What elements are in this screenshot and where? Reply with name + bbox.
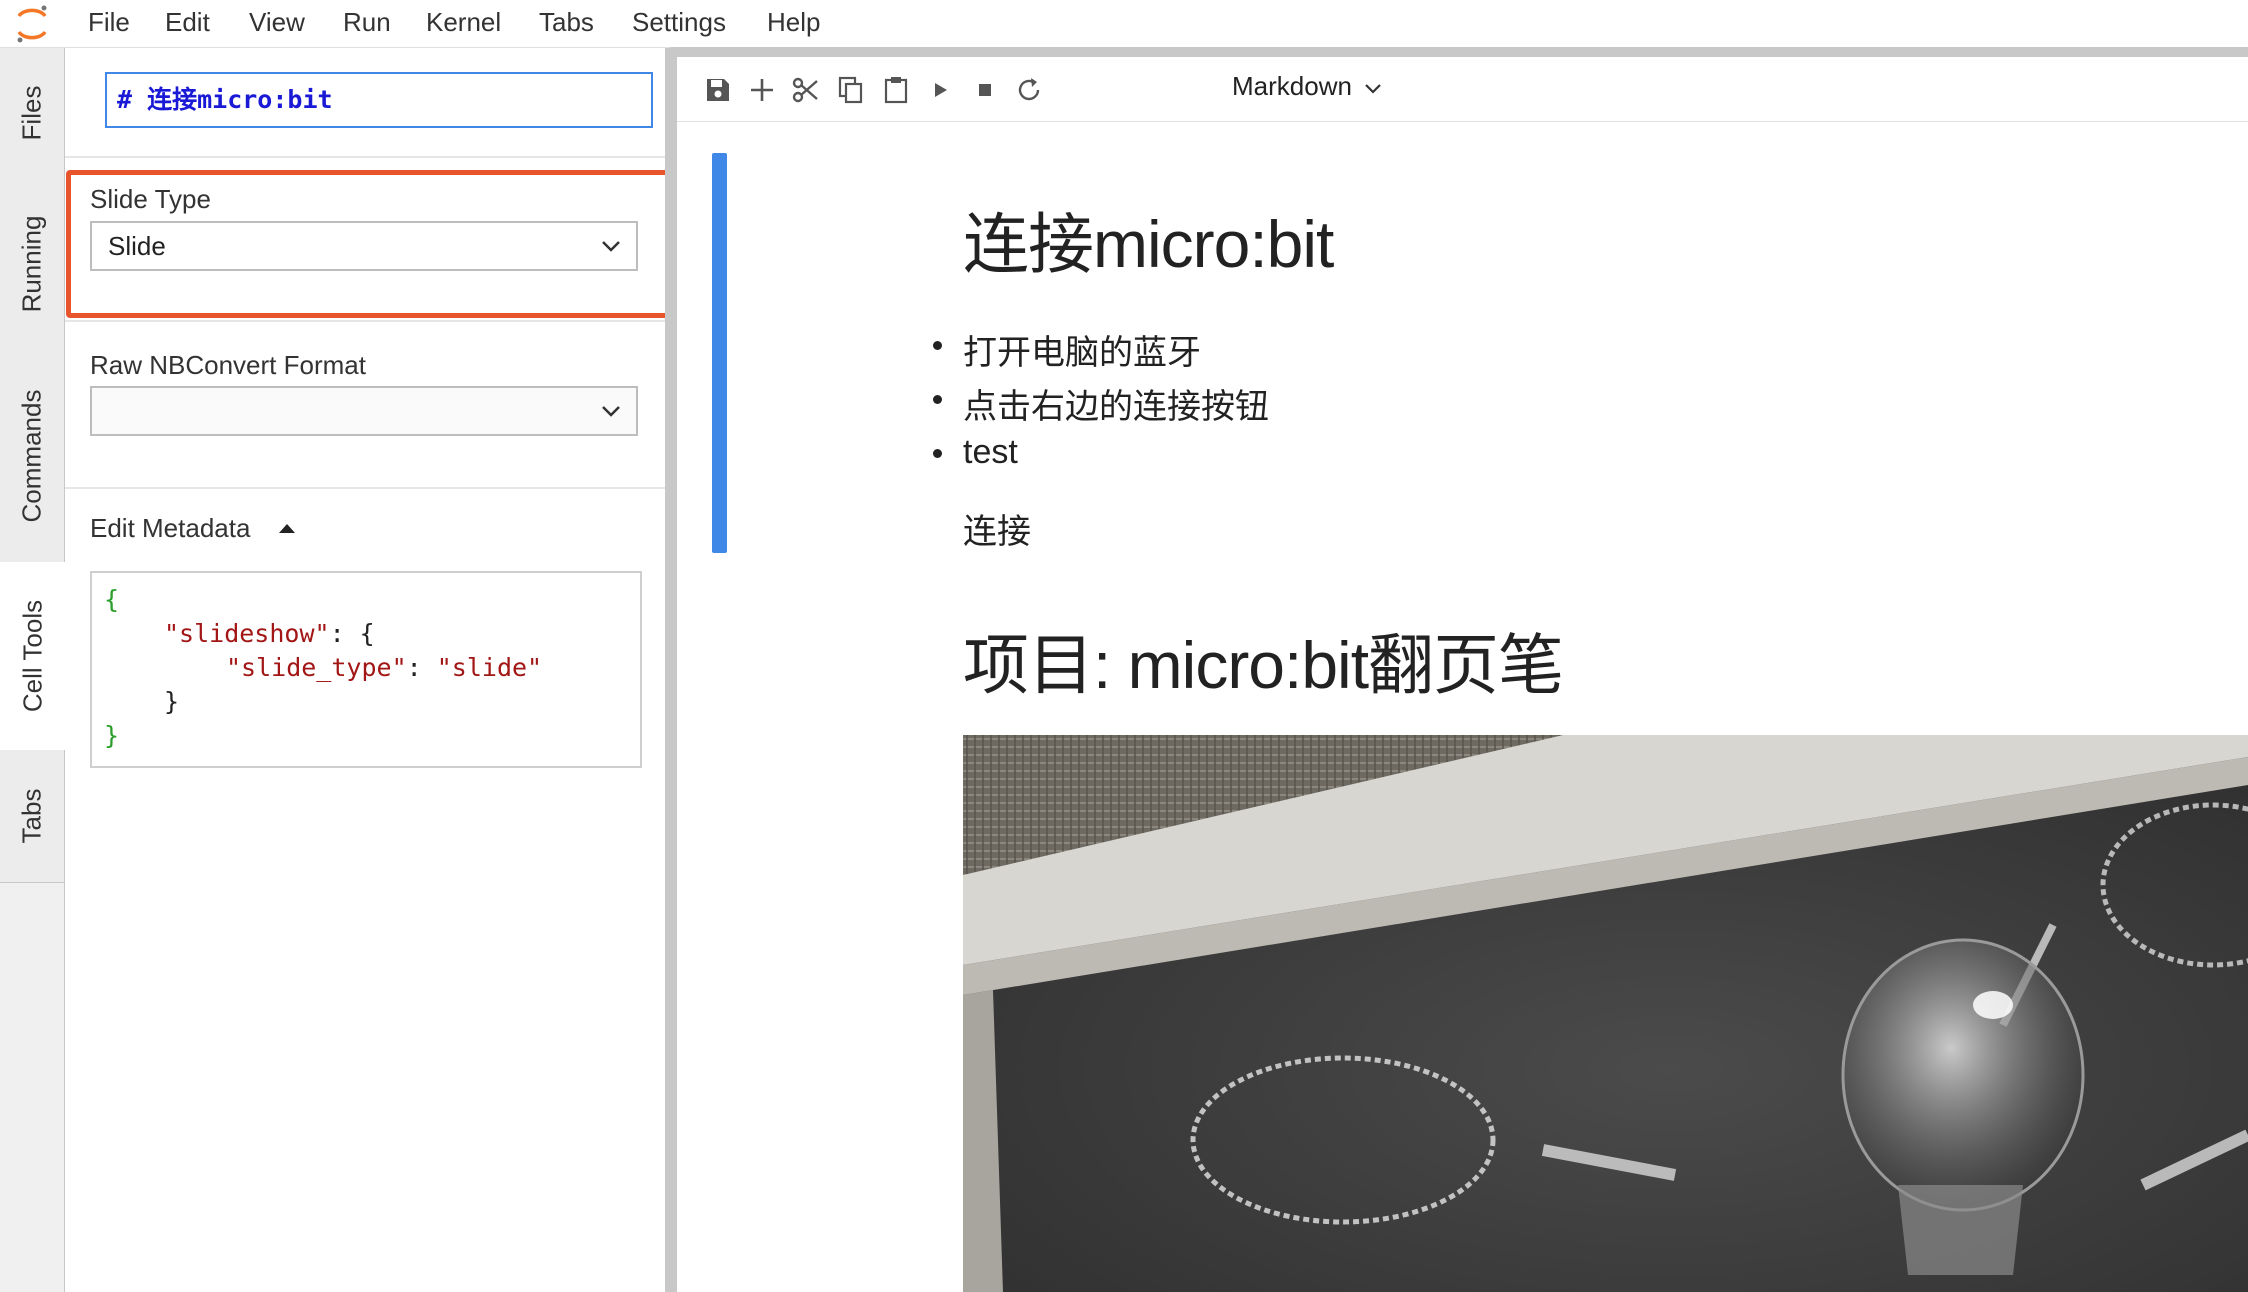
- slide-type-highlight: [66, 170, 678, 318]
- tab-tabs-label: Tabs: [16, 788, 47, 844]
- stop-icon[interactable]: [970, 75, 1000, 105]
- json-open-brace: {: [104, 585, 120, 614]
- panel-divider: [65, 156, 665, 158]
- tab-running-label: Running: [16, 215, 47, 313]
- raw-format-label: Raw NBConvert Format: [90, 350, 366, 380]
- json-close-brace: }: [104, 721, 120, 750]
- copy-icon[interactable]: [836, 75, 866, 105]
- list-item: 点击右边的连接按钮: [933, 379, 1269, 428]
- menu-run[interactable]: Run: [343, 0, 391, 47]
- bullet-icon: [933, 395, 942, 404]
- caret-up-icon[interactable]: [279, 524, 295, 533]
- metadata-editor[interactable]: { "slideshow": { "slide_type": "slide" }…: [90, 571, 642, 768]
- menu-help[interactable]: Help: [767, 0, 820, 47]
- notebook-panel: Markdown 连接micro:bit 打开电脑的蓝牙 点击右边的连接按钮 t…: [677, 57, 2248, 1292]
- bullet-icon: [933, 449, 942, 458]
- list-item: test: [933, 433, 1018, 472]
- tab-cell-tools-label: Cell Tools: [17, 599, 47, 713]
- tab-tabs[interactable]: Tabs: [0, 750, 64, 883]
- image-illustration: [963, 735, 2248, 1292]
- list-item-text: test: [963, 433, 1018, 471]
- chevron-down-icon[interactable]: [1363, 79, 1383, 99]
- cell-type-select[interactable]: Markdown: [1232, 71, 1352, 102]
- save-icon[interactable]: [703, 75, 733, 105]
- menu-settings[interactable]: Settings: [632, 0, 726, 47]
- menu-view[interactable]: View: [249, 0, 305, 47]
- tab-commands[interactable]: Commands: [0, 350, 64, 563]
- json-key-slide-type: "slide_type": [226, 653, 407, 682]
- json-key-slideshow: "slideshow": [164, 619, 330, 648]
- run-icon[interactable]: [925, 75, 955, 105]
- json-line-slide-type: "slide_type": "slide": [226, 653, 542, 682]
- markdown-heading-1: 连接micro:bit: [963, 207, 1334, 281]
- menu-kernel[interactable]: Kernel: [426, 0, 501, 47]
- panel-divider: [65, 320, 665, 322]
- json-colon: :: [406, 653, 437, 682]
- active-cell-preview: # 连接micro:bit: [105, 72, 653, 128]
- lightbulb-chalkboard-image: [963, 735, 2248, 1292]
- raw-format-select[interactable]: [90, 386, 638, 436]
- edit-metadata-toggle[interactable]: Edit Metadata: [90, 513, 250, 544]
- json-value-slide: "slide": [436, 653, 543, 682]
- add-cell-icon[interactable]: [747, 75, 777, 105]
- tab-running[interactable]: Running: [0, 178, 64, 351]
- menu-tabs[interactable]: Tabs: [539, 0, 594, 47]
- jupyter-logo-icon: [17, 5, 47, 43]
- cell-collapser[interactable]: [712, 153, 727, 553]
- list-item-text: 点击右边的连接按钮: [963, 388, 1269, 426]
- markdown-heading-2: 项目: micro:bit翻页笔: [963, 628, 1564, 702]
- paste-icon[interactable]: [881, 75, 911, 105]
- tab-files[interactable]: Files: [0, 48, 64, 179]
- json-colon-brace: : {: [329, 619, 375, 648]
- json-line-slideshow: "slideshow": {: [164, 619, 375, 648]
- restart-icon[interactable]: [1014, 75, 1044, 105]
- panel-divider: [65, 487, 665, 489]
- chevron-down-icon: [602, 406, 620, 417]
- list-item-text: 打开电脑的蓝牙: [963, 334, 1201, 372]
- bullet-icon: [933, 341, 942, 350]
- list-item: 打开电脑的蓝牙: [933, 325, 1201, 374]
- notebook-toolbar: Markdown: [677, 57, 2248, 122]
- tab-commands-label: Commands: [16, 389, 47, 523]
- tab-cell-tools[interactable]: Cell Tools: [0, 562, 65, 751]
- menu-bar: File Edit View Run Kernel Tabs Settings …: [0, 0, 2248, 48]
- menu-edit[interactable]: Edit: [165, 0, 210, 47]
- tab-files-label: Files: [16, 85, 47, 141]
- main-area-top-border: [670, 47, 2248, 57]
- markdown-paragraph: 连接: [963, 513, 1031, 551]
- menu-file[interactable]: File: [88, 0, 130, 47]
- cut-icon[interactable]: [791, 75, 821, 105]
- left-tab-strip: Files Running Commands Cell Tools Tabs: [0, 48, 65, 1292]
- panel-resize-handle[interactable]: [665, 48, 677, 1292]
- cell-tools-panel: # 连接micro:bit Slide Type Slide Raw NBCon…: [65, 48, 678, 1292]
- json-inner-close: }: [164, 687, 180, 716]
